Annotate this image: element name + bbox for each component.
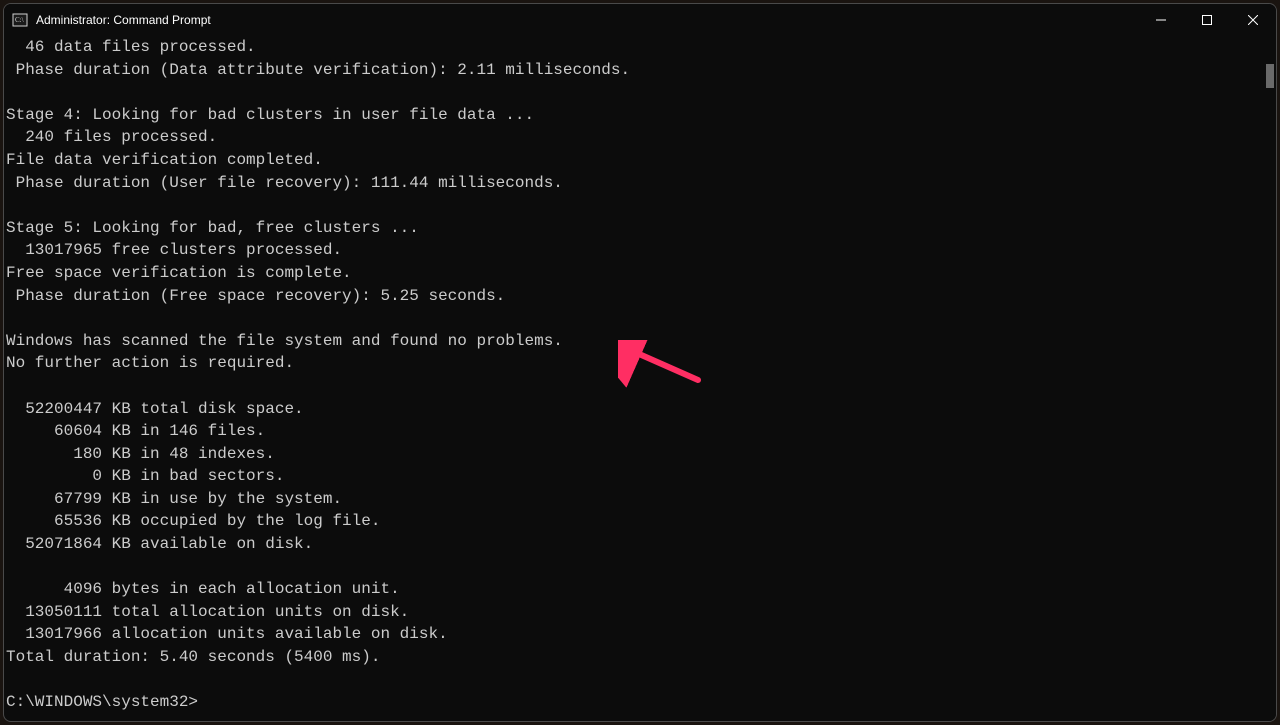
- window-controls: [1138, 4, 1276, 36]
- minimize-button[interactable]: [1138, 4, 1184, 36]
- terminal-output[interactable]: 46 data files processed. Phase duration …: [4, 36, 1262, 721]
- titlebar[interactable]: C:\ Administrator: Command Prompt: [4, 4, 1276, 36]
- window-title: Administrator: Command Prompt: [36, 13, 1138, 27]
- close-button[interactable]: [1230, 4, 1276, 36]
- scrollbar-thumb[interactable]: [1266, 64, 1274, 88]
- command-prompt-window: C:\ Administrator: Command Prompt 46 dat…: [3, 3, 1277, 722]
- maximize-button[interactable]: [1184, 4, 1230, 36]
- scrollbar[interactable]: [1262, 36, 1276, 721]
- svg-text:C:\: C:\: [15, 16, 24, 24]
- cmd-icon: C:\: [12, 12, 28, 28]
